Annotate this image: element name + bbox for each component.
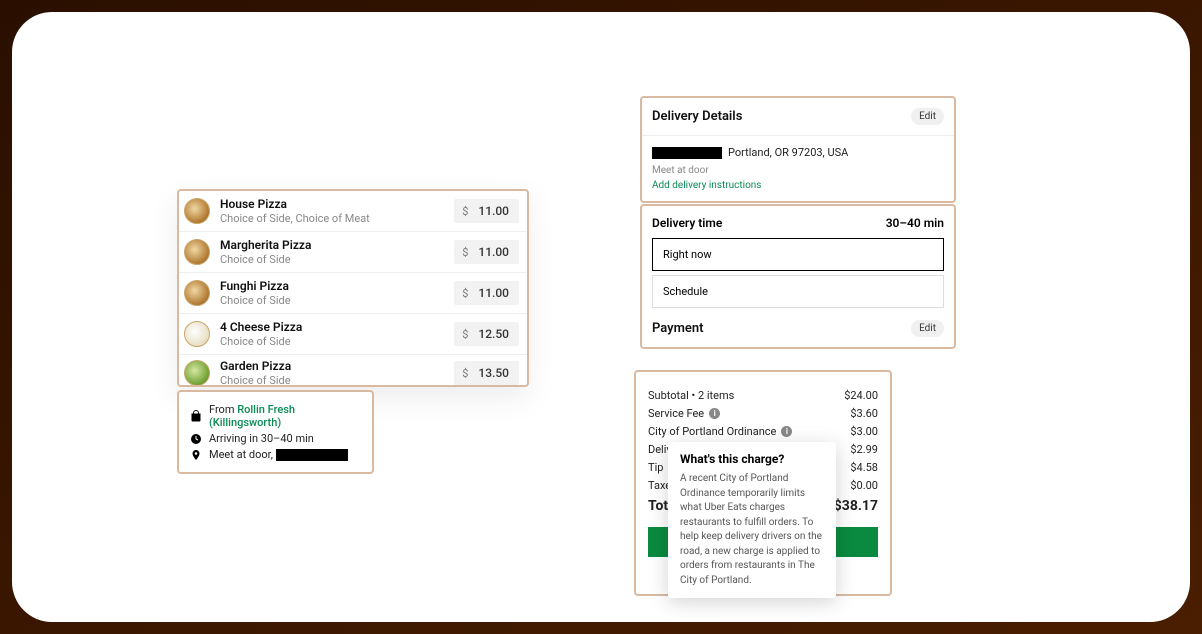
menu-item-price[interactable]: $ 11.00 [454, 240, 519, 264]
arriving-row: Arriving in 30–40 min [189, 432, 362, 445]
pizza-thumbnail [184, 360, 210, 385]
redacted-street [652, 147, 722, 159]
bag-icon [189, 410, 202, 423]
summary-label: Service Fee [648, 407, 704, 420]
payment-title: Payment [652, 321, 704, 336]
menu-item-sub: Choice of Side [220, 294, 454, 307]
summary-label: City of Portland Ordinance [648, 425, 776, 438]
edit-delivery-button[interactable]: Edit [911, 108, 944, 125]
summary-value: $24.00 [844, 389, 878, 402]
summary-label: Subtotal • 2 items [648, 389, 734, 402]
summary-value: $4.58 [850, 461, 878, 474]
delivery-time-eta: 30–40 min [886, 216, 944, 230]
arriving-text: Arriving in 30–40 min [209, 432, 314, 445]
redacted-address [276, 449, 348, 461]
menu-item-price[interactable]: $ 11.00 [454, 199, 519, 223]
summary-value: $3.00 [850, 425, 878, 438]
menu-item-sub: Choice of Side [220, 374, 454, 385]
menu-row[interactable]: House Pizza Choice of Side, Choice of Me… [179, 191, 527, 232]
menu-card: House Pizza Choice of Side, Choice of Me… [177, 189, 529, 387]
summary-row: Service Fee i $3.60 [648, 407, 878, 420]
summary-label: Tip [648, 461, 663, 474]
meet-row: Meet at door, [189, 448, 362, 461]
total-value: $38.17 [834, 498, 878, 514]
delivery-time-card: Delivery time 30–40 min Right now Schedu… [640, 204, 956, 349]
add-instructions-link[interactable]: Add delivery instructions [652, 180, 944, 191]
pin-icon [189, 448, 202, 461]
summary-value: $0.00 [850, 479, 878, 492]
menu-item-name: 4 Cheese Pizza [220, 320, 454, 334]
pizza-thumbnail [184, 198, 210, 224]
menu-item-price[interactable]: $ 11.00 [454, 281, 519, 305]
menu-row[interactable]: Margherita Pizza Choice of Side $ 11.00 [179, 232, 527, 273]
tooltip-body: A recent City of Portland Ordinance temp… [680, 472, 824, 588]
pizza-thumbnail [184, 280, 210, 306]
pizza-thumbnail [184, 321, 210, 347]
menu-item-price[interactable]: $ 12.50 [454, 322, 519, 346]
menu-item-sub: Choice of Side, Choice of Meat [220, 212, 454, 225]
from-row: From Rollin Fresh (Killingsworth) [189, 403, 362, 429]
order-info-card: From Rollin Fresh (Killingsworth) Arrivi… [177, 390, 374, 474]
info-icon[interactable]: i [709, 408, 720, 419]
clock-icon [189, 432, 202, 445]
menu-row[interactable]: Funghi Pizza Choice of Side $ 11.00 [179, 273, 527, 314]
meet-text: Meet at door, [209, 448, 273, 461]
info-icon[interactable]: i [781, 426, 792, 437]
menu-item-name: Funghi Pizza [220, 279, 454, 293]
menu-item-name: House Pizza [220, 197, 454, 211]
menu-row[interactable]: 4 Cheese Pizza Choice of Side $ 12.50 [179, 314, 527, 355]
menu-item-sub: Choice of Side [220, 253, 454, 266]
tooltip-title: What's this charge? [680, 452, 824, 466]
menu-item-sub: Choice of Side [220, 335, 454, 348]
pizza-thumbnail [184, 239, 210, 265]
schedule-button[interactable]: Schedule [652, 275, 944, 308]
address-line: Portland, OR 97203, USA [652, 146, 944, 159]
address-suffix: Portland, OR 97203, USA [728, 146, 848, 159]
menu-item-name: Margherita Pizza [220, 238, 454, 252]
menu-item-price[interactable]: $ 13.50 [454, 361, 519, 385]
delivery-details-card: Delivery Details Edit Portland, OR 97203… [640, 96, 956, 203]
from-label: From [209, 403, 234, 416]
summary-row: City of Portland Ordinance i $3.00 [648, 425, 878, 438]
summary-row: Subtotal • 2 items $24.00 [648, 389, 878, 402]
delivery-time-title: Delivery time [652, 216, 722, 230]
delivery-details-title: Delivery Details [652, 109, 742, 124]
summary-value: $3.60 [850, 407, 878, 420]
menu-item-name: Garden Pizza [220, 359, 454, 373]
summary-value: $2.99 [850, 443, 878, 456]
menu-row[interactable]: Garden Pizza Choice of Side $ 13.50 [179, 355, 527, 385]
charge-tooltip: What's this charge? A recent City of Por… [668, 442, 836, 598]
right-now-button[interactable]: Right now [652, 238, 944, 271]
edit-payment-button[interactable]: Edit [911, 320, 944, 337]
meet-at-door: Meet at door [652, 165, 944, 176]
